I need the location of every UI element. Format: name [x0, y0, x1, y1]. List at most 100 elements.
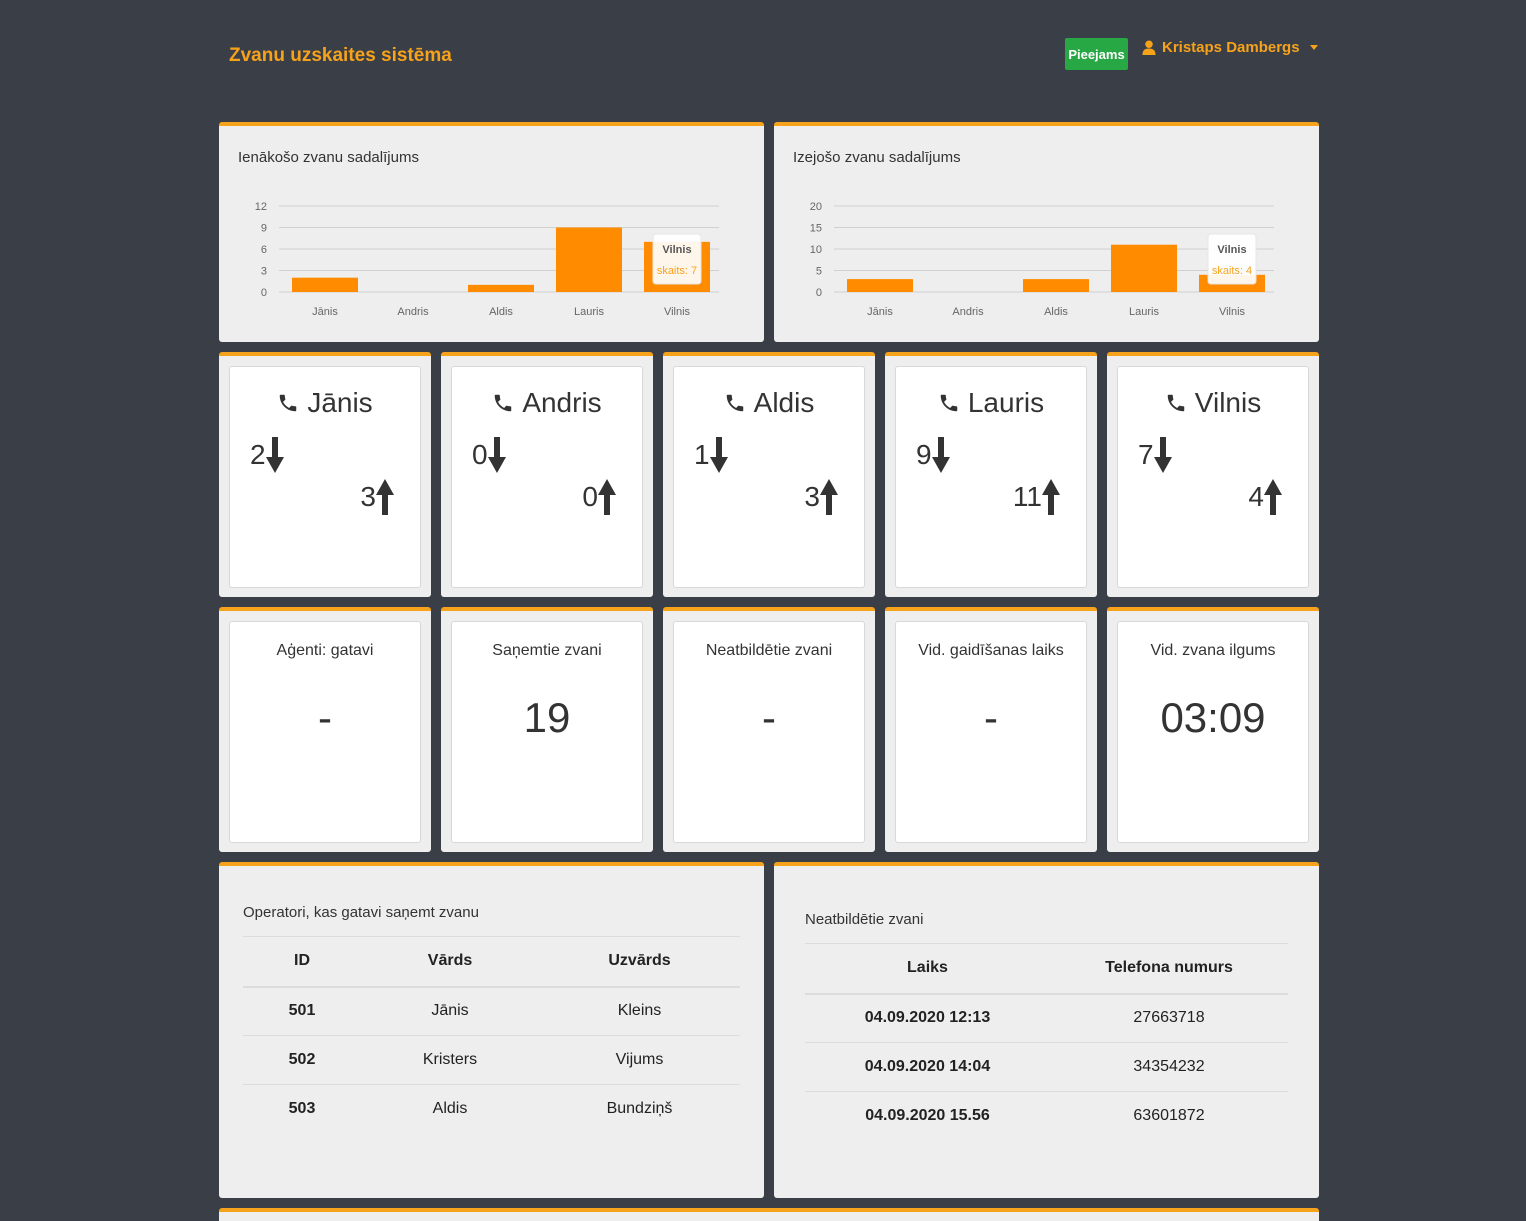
- incoming-count: 1: [694, 437, 728, 473]
- x-tick-label: Lauris: [574, 306, 604, 318]
- cell-name: Jānis: [361, 986, 539, 1036]
- ready-operators-table: ID Vārds Uzvārds 501 Jānis Kleins 502 Kr…: [243, 936, 740, 1134]
- column-header-id[interactable]: ID: [243, 936, 361, 988]
- cell-phone: 27663718: [1050, 993, 1288, 1043]
- user-menu[interactable]: Kristaps Dambergs: [1142, 39, 1318, 56]
- arrow-down-icon: [1153, 437, 1172, 473]
- chart-bar[interactable]: [1023, 279, 1089, 292]
- outgoing-chart[interactable]: 05101520Jānis Andris Aldis Lauris VilnisViln…: [774, 126, 1319, 342]
- arrow-down-icon: [265, 437, 284, 473]
- y-tick-label: 5: [816, 266, 822, 278]
- tooltip-title: Vilnis: [662, 244, 691, 256]
- stat-label: Neatbildētie zvani: [705, 642, 833, 659]
- outgoing-count-value: 3: [360, 481, 376, 512]
- outgoing-count: 3: [360, 479, 394, 515]
- operator-name: Andris: [452, 387, 642, 419]
- operator-name-label: Aldis: [753, 387, 815, 418]
- status-badge[interactable]: Pieejams: [1065, 38, 1128, 70]
- table-row[interactable]: 04.09.2020 12:13 27663718: [805, 993, 1288, 1043]
- stat-value: -: [984, 694, 998, 741]
- table-row[interactable]: 04.09.2020 14:04 34354232: [805, 1042, 1288, 1092]
- y-tick-label: 0: [261, 287, 267, 299]
- table-row[interactable]: 04.09.2020 15.56 63601872: [805, 1092, 1288, 1141]
- outgoing-count: 11: [1013, 479, 1060, 515]
- y-tick-label: 3: [261, 266, 267, 278]
- chart-bar[interactable]: [1111, 244, 1177, 292]
- phone-icon: [280, 394, 297, 412]
- ready-operators-title: Operatori, kas gatavi saņemt zvanu: [243, 904, 479, 921]
- chart-bar[interactable]: [468, 284, 534, 292]
- user-icon: [1142, 40, 1156, 55]
- arrow-up-icon: [598, 479, 616, 515]
- stat-card-inner: Aģenti: gatavi -: [229, 621, 421, 843]
- ready-operators-panel: Operatori, kas gatavi saņemt zvanu ID Vā…: [219, 862, 764, 1198]
- operator-card: Jānis 2 3: [219, 352, 431, 597]
- operator-card-inner: Aldis 1 3: [673, 366, 865, 588]
- arrow-down-icon: [931, 437, 950, 473]
- cell-phone: 63601872: [1133, 1107, 1205, 1125]
- stat-card-inner: Vid. gaidīšanas laiks -: [895, 621, 1087, 843]
- table-row[interactable]: 501 Jānis Kleins: [243, 986, 740, 1036]
- cell-time: 04.09.2020 15.56: [865, 1107, 990, 1125]
- operator-name: Jānis: [230, 387, 420, 419]
- y-tick-label: 9: [261, 223, 267, 235]
- column-header-time[interactable]: Laiks: [805, 943, 1050, 995]
- incoming-count: 0: [472, 437, 506, 473]
- x-tick-label: Andris: [397, 306, 429, 318]
- column-header-surname[interactable]: Uzvārds: [539, 936, 740, 988]
- outgoing-chart-panel: Izejošo zvanu sadalījums 0 5 10 15 20 Jānis An…: [774, 122, 1319, 342]
- column-header-phone[interactable]: Telefona numurs: [1050, 943, 1288, 995]
- outgoing-count-value: 0: [582, 481, 598, 512]
- incoming-chart[interactable]: 036912Jānis Andris Aldis Lauris VilnisVilnis…: [219, 126, 764, 342]
- x-tick-label: Vilnis: [1219, 306, 1246, 318]
- arrow-up-icon: [1042, 479, 1060, 515]
- phone-icon: [940, 394, 958, 412]
- arrow-down-icon: [487, 437, 506, 473]
- cell-surname: Bundziņš: [606, 1100, 673, 1118]
- tooltip-value: skaits: 4: [1212, 265, 1252, 277]
- arrow-up-icon: [1264, 479, 1282, 515]
- stat-label: Vid. zvana ilgums: [1150, 642, 1276, 659]
- stat-value: 03:09: [1160, 694, 1266, 741]
- outgoing-count-value: 11: [1012, 481, 1042, 512]
- column-header-name[interactable]: Vārds: [361, 936, 539, 988]
- operator-card: Lauris 9 11: [885, 352, 1097, 597]
- operator-card-inner: Jānis 2 3: [229, 366, 421, 588]
- arrow-up-icon: [376, 479, 394, 515]
- operator-name-label: Andris: [522, 387, 602, 418]
- cell-surname: Vijums: [539, 1035, 740, 1085]
- outgoing-count-value: 3: [804, 481, 820, 512]
- chart-bar[interactable]: [556, 227, 622, 293]
- y-tick-label: 6: [261, 244, 267, 256]
- outgoing-count: 0: [582, 479, 616, 515]
- app-brand[interactable]: Zvanu uzskaites sistēma: [229, 45, 452, 67]
- x-tick-label: Andris: [952, 306, 984, 318]
- stat-card: Neatbildētie zvani -: [663, 607, 875, 852]
- chart-bar[interactable]: [847, 279, 913, 292]
- chart-bar[interactable]: [292, 277, 358, 292]
- y-tick-label: 12: [255, 201, 267, 213]
- x-tick-label: Lauris: [1129, 306, 1159, 318]
- operator-card-inner: Andris 0 0: [451, 366, 643, 588]
- cell-name: Kristers: [361, 1035, 539, 1085]
- stat-value: -: [762, 694, 776, 741]
- user-name: Kristaps Dambergs: [1162, 39, 1300, 56]
- stat-value: -: [318, 694, 332, 741]
- table-row[interactable]: 502 Kristers Vijums: [243, 1035, 740, 1085]
- x-tick-label: Jānis: [312, 306, 338, 318]
- incoming-count-value: 9: [916, 439, 932, 470]
- incoming-count: 7: [1138, 437, 1172, 473]
- phone-icon: [495, 394, 512, 412]
- operator-name: Lauris: [896, 387, 1086, 419]
- incoming-chart-panel: Ienākošo zvanu sadalījums 0 3 6 9 12 Jānis And…: [219, 122, 764, 342]
- chevron-down-icon: [1309, 45, 1318, 50]
- operator-card: Vilnis 7 4: [1107, 352, 1319, 597]
- x-tick-label: Jānis: [867, 306, 893, 318]
- table-header-row: Laiks Telefona numurs: [805, 943, 1288, 995]
- incoming-count: 2: [250, 437, 284, 473]
- operator-name: Vilnis: [1118, 387, 1308, 419]
- cell-time: 04.09.2020 14:04: [805, 1042, 1050, 1092]
- x-tick-label: Vilnis: [664, 306, 691, 318]
- stat-card: Vid. gaidīšanas laiks -: [885, 607, 1097, 852]
- table-row[interactable]: 503 Aldis Bundziņš: [243, 1085, 740, 1134]
